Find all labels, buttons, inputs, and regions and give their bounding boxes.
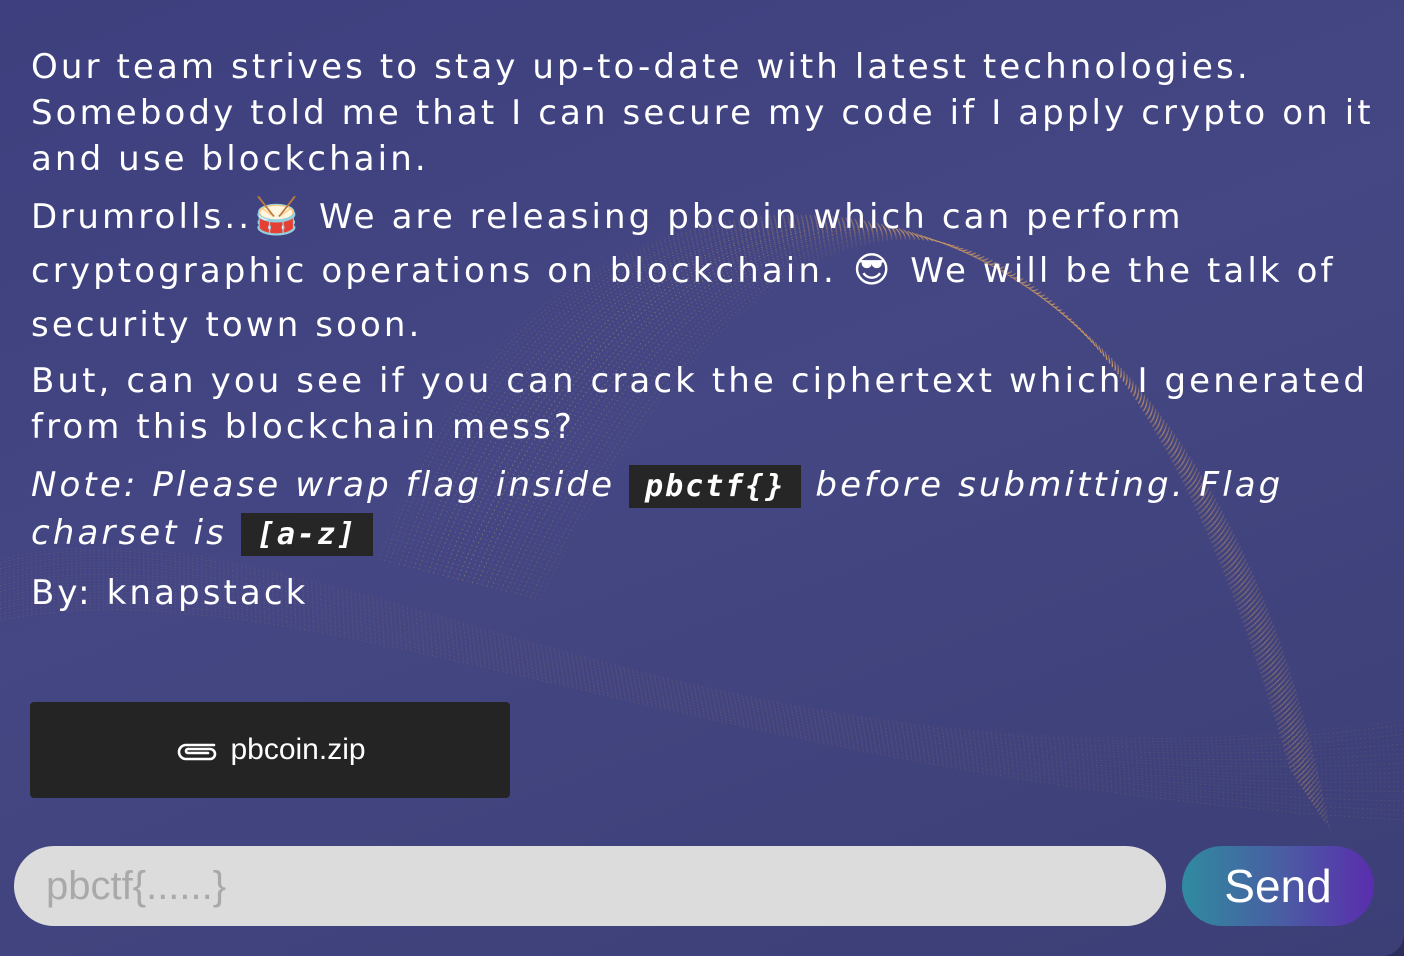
flag-wrapper-code: pbctf{} <box>629 465 802 508</box>
drumrolls-text: Drumrolls.. <box>31 197 253 237</box>
note-text-start: Note: Please wrap flag inside <box>31 465 616 505</box>
send-button[interactable]: Send <box>1182 846 1374 926</box>
sunglasses-face-icon: 😎 <box>852 250 891 291</box>
description-paragraph-1: Our team strives to stay up-to-date with… <box>31 47 1374 179</box>
flag-format-note: Note: Please wrap flag inside pbctf{} be… <box>31 462 1376 558</box>
challenge-panel: Our team strives to stay up-to-date with… <box>0 0 1404 956</box>
challenge-description: Our team strives to stay up-to-date with… <box>31 44 1376 616</box>
paperclip-icon <box>178 743 217 761</box>
flag-charset-code: [a-z] <box>240 513 374 556</box>
description-paragraph-2: Drumrolls..🥁 We are releasing pbcoin whi… <box>31 190 1376 352</box>
attachment-filename: pbcoin.zip <box>230 733 366 766</box>
description-paragraph-3: But, can you see if you can crack the ci… <box>31 361 1369 447</box>
drum-icon: 🥁 <box>254 196 300 237</box>
attachment-download-button[interactable]: pbcoin.zip <box>30 702 510 798</box>
flag-input[interactable] <box>14 846 1166 926</box>
challenge-author: By: knapstack <box>31 573 309 613</box>
